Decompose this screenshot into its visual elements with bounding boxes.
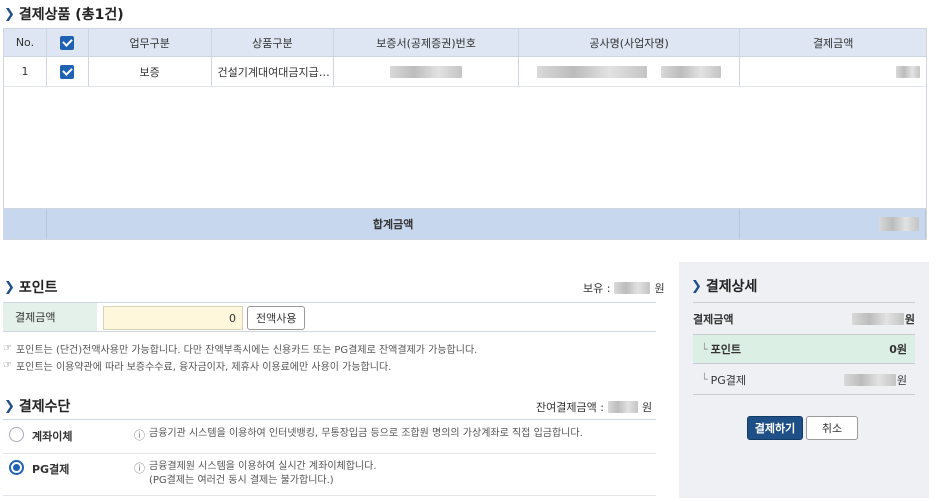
point-amount-input[interactable] bbox=[103, 306, 243, 330]
detail-pg-label: PG결제 bbox=[710, 373, 747, 387]
redacted-detail-pg-amount bbox=[843, 373, 896, 386]
col-project-name: 공사명(사업자명) bbox=[519, 29, 741, 56]
cell-amount bbox=[740, 57, 926, 86]
cell-product: 건설기계대여대금지급… bbox=[212, 57, 335, 86]
detail-point-value: 0원 bbox=[889, 341, 907, 357]
point-note-2: ☞ 포인트는 이용약관에 따라 보증수수료, 융자금이자, 제휴사 이용료에만 … bbox=[3, 358, 391, 373]
table-row[interactable]: 1 보증 건설기계대여대금지급… bbox=[4, 57, 926, 87]
redacted-amount bbox=[896, 65, 921, 78]
detail-title-text: 결제상세 bbox=[705, 279, 758, 295]
redacted-bond-number bbox=[390, 65, 463, 78]
col-amount: 결제금액 bbox=[812, 36, 854, 50]
point-title-text: 포인트 bbox=[18, 280, 58, 296]
redacted-total-amount bbox=[879, 217, 919, 231]
point-note-1-text: 포인트는 (단건)전액사용만 가능합니다. 다만 잔액부족시에는 신용카드 또는… bbox=[15, 345, 478, 356]
select-all-checkbox[interactable] bbox=[60, 35, 75, 50]
corner-branch-icon: └ bbox=[701, 373, 708, 386]
col-select-all bbox=[47, 29, 89, 56]
account-transfer-label: 계좌이체 bbox=[32, 430, 73, 443]
products-section-title: ❯ 결제상품 (총1건) bbox=[4, 4, 124, 24]
chevron-right-icon: ❯ bbox=[4, 6, 15, 22]
col-bond-number: 보증서(공제증권)번호 bbox=[334, 29, 519, 56]
point-section-title: ❯ 포인트 bbox=[4, 277, 58, 297]
redacted-remaining-amount bbox=[607, 401, 638, 413]
pg-payment-radio[interactable] bbox=[9, 460, 24, 475]
pg-payment-desc: 금융결제원 시스템을 이용하여 실시간 계좌이체합니다. (PG결제는 여러건 … bbox=[149, 460, 377, 488]
remaining-amount-unit: 원 bbox=[641, 401, 653, 414]
info-icon: ⓘ bbox=[134, 429, 145, 442]
col-business: 업무구분 bbox=[89, 29, 212, 56]
info-icon: ⓘ bbox=[134, 462, 145, 475]
detail-pg-value: 원 bbox=[843, 372, 907, 388]
detail-amount-row: 결제금액 원 bbox=[693, 304, 915, 334]
corner-branch-icon: └ bbox=[701, 342, 708, 356]
total-amount bbox=[740, 209, 926, 239]
account-transfer-desc: 금융기관 시스템을 이용하여 인터넷뱅킹, 무통장입금 등으로 조합원 명의의 … bbox=[149, 428, 583, 439]
use-all-points-button[interactable]: 전액사용 bbox=[247, 306, 306, 330]
cell-business: 보증 bbox=[89, 57, 212, 86]
detail-point-row: └ 포인트 0원 bbox=[693, 334, 915, 364]
detail-point-unit: 원 bbox=[896, 343, 907, 356]
owned-points-label: 보유 : bbox=[583, 282, 611, 295]
payment-method-section-title: ❯ 결제수단 bbox=[4, 396, 70, 416]
pg-payment-label: PG결제 bbox=[32, 463, 70, 476]
point-amount-label: 결제금액 bbox=[3, 303, 97, 331]
products-title-text: 결제상품 (총1건) bbox=[18, 7, 124, 23]
products-table: No. 업무구분 상품구분 보증서(공제증권)번호 공사명(사업자명) 결제금액… bbox=[3, 28, 927, 240]
divider bbox=[3, 419, 656, 420]
point-note-1: ☞ 포인트는 (단건)전액사용만 가능합니다. 다만 잔액부족시에는 신용카드 … bbox=[3, 341, 477, 356]
point-amount-row: 결제금액 전액사용 bbox=[3, 302, 656, 332]
chevron-right-icon: ❯ bbox=[4, 398, 15, 414]
detail-amount-label: 결제금액 bbox=[693, 313, 734, 326]
cell-no: 1 bbox=[4, 57, 47, 86]
pg-payment-desc-line-1: 금융결제원 시스템을 이용하여 실시간 계좌이체합니다. bbox=[149, 461, 377, 472]
redacted-detail-amount bbox=[851, 313, 904, 325]
col-no: No. bbox=[4, 29, 47, 56]
divider bbox=[693, 302, 915, 303]
owned-points: 보유 : 원 bbox=[583, 280, 665, 296]
detail-section-title: ❯ 결제상세 bbox=[691, 276, 757, 296]
pointing-hand-icon: ☞ bbox=[3, 343, 12, 354]
remaining-amount-label: 잔여결제금액 : bbox=[536, 401, 604, 414]
detail-pg-label-wrap: └ PG결제 bbox=[701, 372, 746, 388]
payment-option-pg[interactable]: PG결제 ⓘ 금융결제원 시스템을 이용하여 실시간 계좌이체합니다. (PG결… bbox=[3, 460, 656, 496]
pointing-hand-icon: ☞ bbox=[3, 360, 12, 371]
detail-amount-value: 원 bbox=[851, 311, 915, 327]
total-label: 합계금액 bbox=[47, 209, 741, 239]
detail-point-label-wrap: └ 포인트 bbox=[701, 341, 741, 357]
cell-bond-number bbox=[334, 57, 519, 86]
cell-project-name bbox=[519, 57, 741, 86]
chevron-right-icon: ❯ bbox=[691, 278, 702, 294]
payment-detail-panel: ❯ 결제상세 결제금액 원 └ 포인트 0원 └ PG결제 원 결제하기 취소 bbox=[679, 262, 929, 498]
detail-point-number: 0 bbox=[889, 343, 897, 356]
cancel-button[interactable]: 취소 bbox=[806, 416, 858, 440]
account-transfer-radio[interactable] bbox=[9, 427, 24, 442]
table-header: No. 업무구분 상품구분 보증서(공제증권)번호 공사명(사업자명) 결제금액 bbox=[4, 29, 926, 57]
point-note-2-text: 포인트는 이용약관에 따라 보증수수료, 융자금이자, 제휴사 이용료에만 사용… bbox=[15, 362, 392, 373]
table-empty-area bbox=[4, 87, 926, 209]
redacted-project-name-b bbox=[661, 65, 722, 78]
cell-select bbox=[47, 57, 89, 86]
detail-point-label: 포인트 bbox=[710, 343, 741, 356]
owned-points-unit: 원 bbox=[654, 282, 665, 295]
detail-amount-unit: 원 bbox=[904, 313, 915, 326]
pg-payment-desc-line-2: (PG결제는 여러건 동시 결제는 불가합니다.) bbox=[149, 475, 334, 486]
detail-pg-unit: 원 bbox=[896, 373, 907, 387]
remaining-amount: 잔여결제금액 : 원 bbox=[536, 399, 652, 415]
chevron-right-icon: ❯ bbox=[4, 279, 15, 295]
col-product: 상품구분 bbox=[212, 29, 335, 56]
detail-pg-row: └ PG결제 원 bbox=[693, 365, 915, 395]
payment-method-title-text: 결제수단 bbox=[18, 399, 71, 415]
table-total-row: 합계금액 bbox=[4, 209, 926, 239]
row-checkbox[interactable] bbox=[60, 64, 75, 79]
payment-option-account-transfer[interactable]: 계좌이체 ⓘ 금융기관 시스템을 이용하여 인터넷뱅킹, 무통장입금 등으로 조… bbox=[3, 427, 656, 454]
redacted-project-name-a bbox=[537, 65, 648, 78]
redacted-owned-points bbox=[614, 282, 651, 294]
total-blank-cell bbox=[4, 209, 47, 239]
pay-button[interactable]: 결제하기 bbox=[747, 416, 803, 440]
